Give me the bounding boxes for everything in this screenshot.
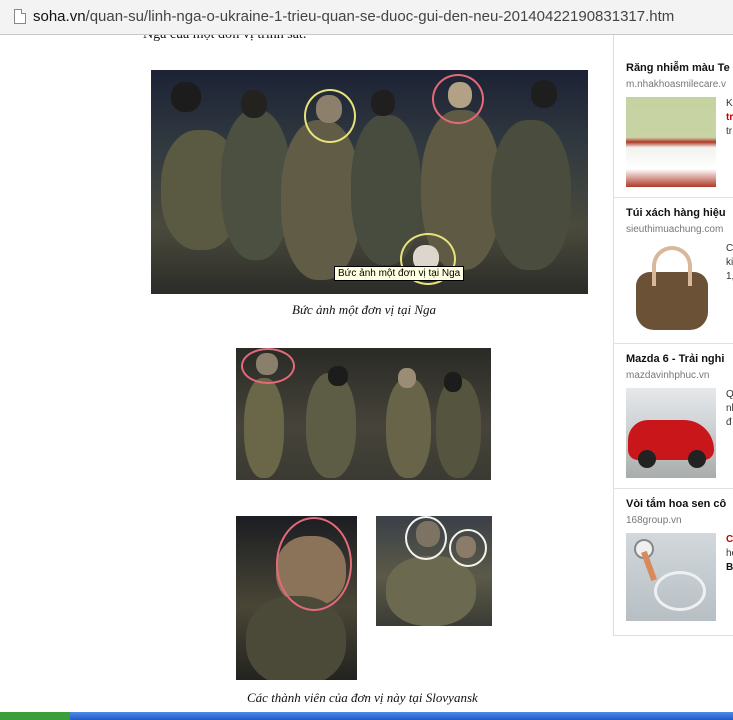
ad-image-handbag[interactable] xyxy=(626,242,716,334)
ad-text: Cki1, xyxy=(726,243,733,282)
ad-item[interactable]: Vòi tắm hoa sen cô 168group.vn ChoB xyxy=(614,488,733,634)
highlight-circle xyxy=(241,348,295,384)
ad-image-car[interactable] xyxy=(626,388,716,478)
address-url[interactable]: soha.vn/quan-su/linh-nga-o-ukraine-1-tri… xyxy=(33,8,674,25)
ad-domain: mazdavinhphuc.vn xyxy=(626,370,710,381)
ad-item[interactable]: Mazda 6 - Trải nghi mazdavinhphuc.vn Qnh… xyxy=(614,343,733,489)
photo-caption: Bức ảnh một đơn vị tại Nga xyxy=(292,302,437,317)
ad-title[interactable]: Mazda 6 - Trải nghi xyxy=(626,353,724,365)
ad-text: Khtrtr xyxy=(726,98,733,137)
ad-text: Qnhđ xyxy=(726,389,733,428)
ad-item[interactable]: Túi xách hàng hiệu sieuthimuachung.com C… xyxy=(614,197,733,344)
ad-text: ChoB xyxy=(726,534,733,573)
image-tooltip: Bức ảnh một đơn vị tại Nga xyxy=(334,266,465,281)
page-icon xyxy=(14,9,26,24)
photo-soldiers-group xyxy=(236,348,491,480)
ad-domain: sieuthimuachung.com xyxy=(626,224,724,235)
highlight-circle xyxy=(304,89,356,143)
ad-title[interactable]: Răng nhiễm màu Te xyxy=(626,62,730,74)
taskbar xyxy=(0,712,733,720)
ad-image-teeth[interactable] xyxy=(626,97,716,187)
article-text-top: Nga của một đơn vị trinh sát. xyxy=(143,35,306,43)
ad-title[interactable]: Túi xách hàng hiệu xyxy=(626,207,726,219)
sidebar-ads: Răng nhiễm màu Te m.nhakhoasmilecare.v K… xyxy=(613,35,733,636)
ad-domain: m.nhakhoasmilecare.v xyxy=(626,79,727,90)
article-content: Nga của một đơn vị trinh sát. Bức ảnh mộ… xyxy=(0,35,612,712)
highlight-circle xyxy=(405,516,447,560)
address-bar[interactable]: soha.vn/quan-su/linh-nga-o-ukraine-1-tri… xyxy=(0,0,733,35)
highlight-circle xyxy=(432,74,484,124)
highlight-circle xyxy=(276,517,352,611)
ad-image-shower[interactable] xyxy=(626,533,716,621)
ad-domain: 168group.vn xyxy=(626,515,682,526)
photo-russian-unit xyxy=(151,70,588,294)
ad-item[interactable]: Răng nhiễm màu Te m.nhakhoasmilecare.v K… xyxy=(614,35,733,198)
photo-soldiers-slovyansk xyxy=(376,516,492,626)
start-button[interactable] xyxy=(0,712,70,720)
highlight-circle xyxy=(449,529,487,567)
photo-soldier-closeup xyxy=(236,516,357,680)
ad-title[interactable]: Vòi tắm hoa sen cô xyxy=(626,498,726,510)
photo-caption: Các thành viên của đơn vị này tại Slovya… xyxy=(247,690,478,705)
